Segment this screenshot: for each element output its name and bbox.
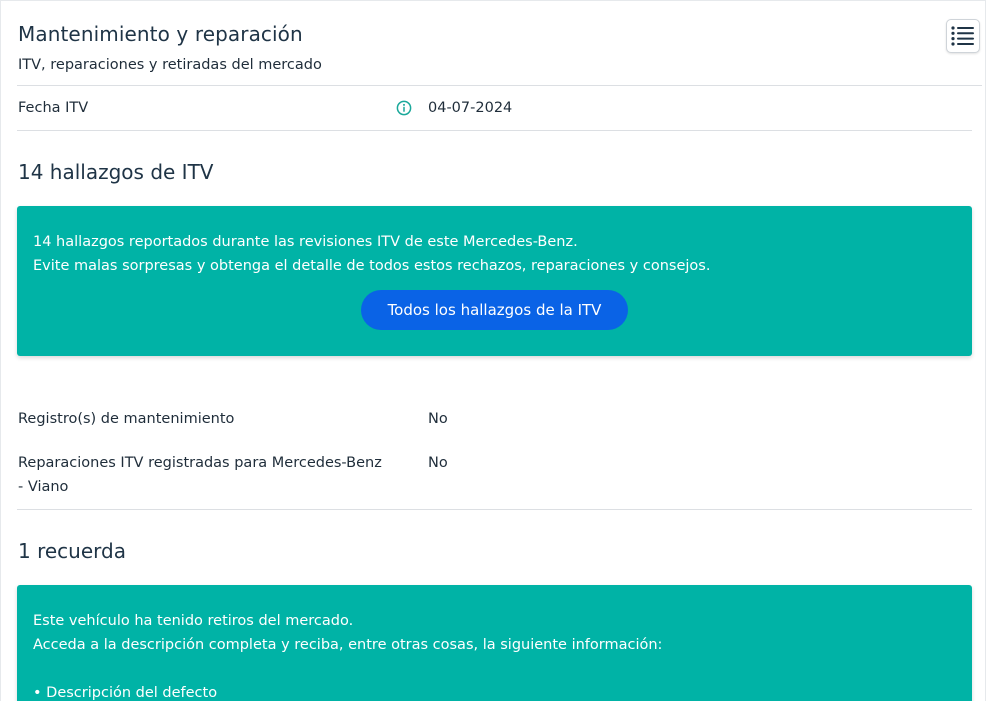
maintenance-records-label: Registro(s) de mantenimiento: [18, 411, 235, 427]
maintenance-records-value: No: [428, 411, 448, 427]
itv-date-label: Fecha ITV: [18, 100, 89, 116]
recalls-bullet: • Descripción del defecto: [33, 685, 218, 701]
findings-text-line: 14 hallazgos reportados durante las revi…: [33, 234, 578, 250]
divider: [17, 85, 982, 86]
itv-repairs-label: Reparaciones ITV registradas para Merced…: [18, 455, 382, 471]
info-icon[interactable]: [396, 100, 412, 116]
recalls-panel: Este vehículo ha tenido retiros del merc…: [17, 585, 972, 701]
page: Mantenimiento y reparación ITV, reparaci…: [0, 0, 988, 701]
findings-title: 14 hallazgos de ITV: [18, 160, 214, 184]
all-findings-button[interactable]: Todos los hallazgos de la ITV: [361, 290, 628, 330]
recalls-title: 1 recuerda: [18, 539, 126, 563]
findings-panel: 14 hallazgos reportados durante las revi…: [17, 206, 972, 356]
itv-date-value: 04-07-2024: [428, 100, 513, 116]
section-subtitle: ITV, reparaciones y retiradas del mercad…: [18, 57, 322, 73]
itv-repairs-value: No: [428, 455, 448, 471]
divider: [17, 130, 972, 131]
section-title: Mantenimiento y reparación: [18, 22, 303, 46]
recalls-text-line: Este vehículo ha tenido retiros del merc…: [33, 613, 354, 629]
findings-text-line: Evite malas sorpresas y obtenga el detal…: [33, 258, 711, 274]
itv-repairs-label: - Viano: [18, 479, 69, 495]
recalls-text-line: Acceda a la descripción completa y recib…: [33, 637, 663, 653]
list-menu-icon: [951, 26, 974, 46]
divider: [17, 509, 972, 510]
menu-button[interactable]: [946, 19, 980, 53]
